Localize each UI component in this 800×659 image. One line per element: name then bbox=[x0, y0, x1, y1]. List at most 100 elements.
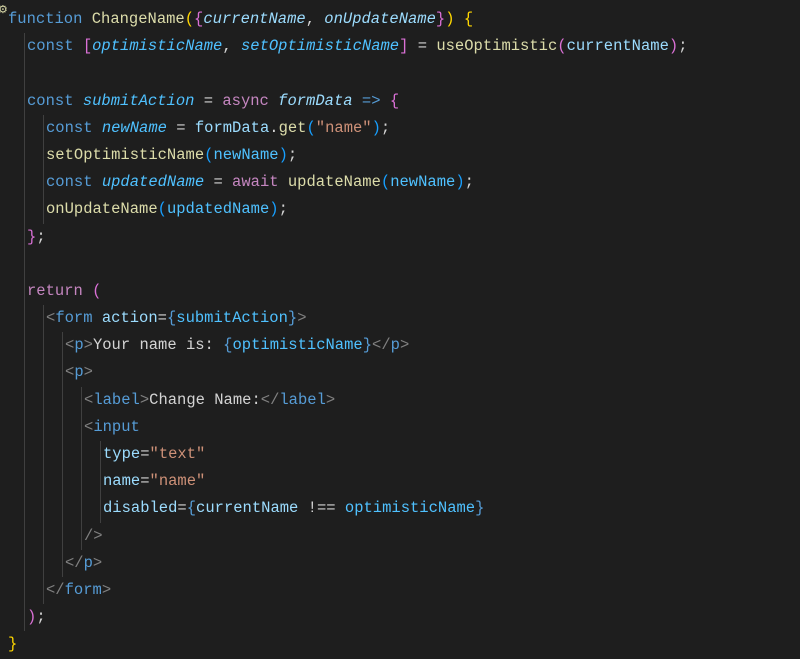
code-line[interactable]: disabled={currentName !== optimisticName… bbox=[0, 495, 800, 522]
indent-guide bbox=[100, 495, 101, 522]
indent-guide bbox=[24, 604, 25, 631]
code-line[interactable]: }; bbox=[0, 224, 800, 251]
indent-guide bbox=[100, 441, 101, 468]
code-line-content[interactable]: disabled={currentName !== optimisticName… bbox=[0, 495, 484, 522]
code-line[interactable]: type="text" bbox=[0, 441, 800, 468]
code-token: action bbox=[102, 309, 158, 327]
code-token: currentName bbox=[203, 10, 305, 28]
code-line[interactable]: <p> bbox=[0, 359, 800, 386]
code-token: "name" bbox=[150, 472, 206, 490]
code-token: const bbox=[46, 119, 102, 137]
code-token: < bbox=[65, 363, 74, 381]
code-token: formData bbox=[278, 92, 352, 110]
code-token: ; bbox=[36, 608, 45, 626]
code-token: = bbox=[140, 472, 149, 490]
code-line[interactable]: return ( bbox=[0, 278, 800, 305]
code-token: </ bbox=[46, 581, 65, 599]
indent-guide bbox=[24, 88, 25, 115]
code-token: { bbox=[464, 10, 473, 28]
code-line-content[interactable]: <label>Change Name:</label> bbox=[0, 387, 335, 414]
code-line[interactable]: /> bbox=[0, 523, 800, 550]
code-token: disabled bbox=[103, 499, 177, 517]
code-token: { bbox=[187, 499, 196, 517]
code-line[interactable]: } bbox=[0, 631, 800, 658]
code-line[interactable]: const submitAction = async formData => { bbox=[0, 88, 800, 115]
code-line[interactable]: setOptimisticName(newName); bbox=[0, 142, 800, 169]
code-line-content[interactable]: </form> bbox=[0, 577, 111, 604]
code-token: } bbox=[8, 635, 17, 653]
code-token: const bbox=[27, 37, 83, 55]
code-token: form bbox=[65, 581, 102, 599]
code-line[interactable]: onUpdateName(updatedName); bbox=[0, 196, 800, 223]
code-line-content[interactable]: ); bbox=[0, 604, 46, 631]
code-line-content[interactable]: }; bbox=[0, 224, 46, 251]
code-token: } bbox=[27, 228, 36, 246]
code-line-content[interactable]: return ( bbox=[0, 278, 101, 305]
indent-guide bbox=[62, 387, 63, 414]
code-token: < bbox=[84, 391, 93, 409]
code-line[interactable]: </form> bbox=[0, 577, 800, 604]
code-token: label bbox=[93, 391, 140, 409]
code-line-content[interactable]: name="name" bbox=[0, 468, 205, 495]
indent-guide bbox=[24, 359, 25, 386]
code-line[interactable]: const updatedName = await updateName(new… bbox=[0, 169, 800, 196]
code-token: type bbox=[103, 445, 140, 463]
code-line-content[interactable]: </p> bbox=[0, 550, 102, 577]
code-line[interactable]: <input bbox=[0, 414, 800, 441]
code-token: input bbox=[93, 418, 140, 436]
indent-guide bbox=[43, 577, 44, 604]
code-line[interactable]: ); bbox=[0, 604, 800, 631]
code-token: optimisticName bbox=[232, 336, 362, 354]
code-line-content[interactable]: /> bbox=[0, 523, 103, 550]
code-line-content[interactable]: } bbox=[0, 631, 17, 658]
indent-guide bbox=[62, 414, 63, 441]
code-line-content[interactable]: const [optimisticName, setOptimisticName… bbox=[0, 33, 688, 60]
code-line-content[interactable]: <input bbox=[0, 414, 140, 441]
code-line-content[interactable]: const newName = formData.get("name"); bbox=[0, 115, 390, 142]
code-token: > bbox=[84, 363, 93, 381]
code-line[interactable]: const newName = formData.get("name"); bbox=[0, 115, 800, 142]
indent-guide bbox=[81, 495, 82, 522]
code-token: > bbox=[102, 581, 111, 599]
code-token: = bbox=[204, 173, 232, 191]
code-line-content[interactable]: const submitAction = async formData => { bbox=[0, 88, 399, 115]
code-token: > bbox=[84, 336, 93, 354]
code-token: } bbox=[363, 336, 372, 354]
code-token: ) bbox=[372, 119, 381, 137]
code-token: currentName bbox=[196, 499, 298, 517]
code-line[interactable]: <label>Change Name:</label> bbox=[0, 387, 800, 414]
code-line[interactable]: <form action={submitAction}> bbox=[0, 305, 800, 332]
code-token: async bbox=[222, 92, 278, 110]
code-editor[interactable]: ⚙ function ChangeName({currentName, onUp… bbox=[0, 0, 800, 659]
indent-guide bbox=[24, 387, 25, 414]
code-token: = bbox=[194, 92, 222, 110]
code-token: ) bbox=[669, 37, 678, 55]
code-editor-content[interactable]: function ChangeName({currentName, onUpda… bbox=[0, 6, 800, 659]
code-line[interactable]: name="name" bbox=[0, 468, 800, 495]
code-token: < bbox=[84, 418, 93, 436]
code-token: > bbox=[400, 336, 409, 354]
code-token: onUpdateName bbox=[324, 10, 436, 28]
code-token: ; bbox=[279, 200, 288, 218]
code-token: = bbox=[158, 309, 167, 327]
code-token: { bbox=[390, 92, 399, 110]
code-token: optimisticName bbox=[345, 499, 475, 517]
indent-guide bbox=[24, 60, 25, 87]
code-token: ( bbox=[158, 200, 167, 218]
code-line-content[interactable]: <p> bbox=[0, 359, 93, 386]
code-token: newName bbox=[390, 173, 455, 191]
code-line-content[interactable]: function ChangeName({currentName, onUpda… bbox=[0, 6, 473, 33]
code-line[interactable]: const [optimisticName, setOptimisticName… bbox=[0, 33, 800, 60]
code-line[interactable]: function ChangeName({currentName, onUpda… bbox=[0, 6, 800, 33]
code-line-content[interactable]: const updatedName = await updateName(new… bbox=[0, 169, 474, 196]
code-line[interactable] bbox=[0, 251, 800, 278]
code-line[interactable]: <p>Your name is: {optimisticName}</p> bbox=[0, 332, 800, 359]
indent-guide bbox=[62, 550, 63, 577]
code-line-content[interactable]: setOptimisticName(newName); bbox=[0, 142, 297, 169]
code-line[interactable]: </p> bbox=[0, 550, 800, 577]
indent-guide bbox=[100, 468, 101, 495]
code-line-content[interactable]: <form action={submitAction}> bbox=[0, 305, 307, 332]
code-token: optimisticName bbox=[92, 37, 222, 55]
code-line[interactable] bbox=[0, 60, 800, 87]
code-line-content[interactable]: type="text" bbox=[0, 441, 205, 468]
